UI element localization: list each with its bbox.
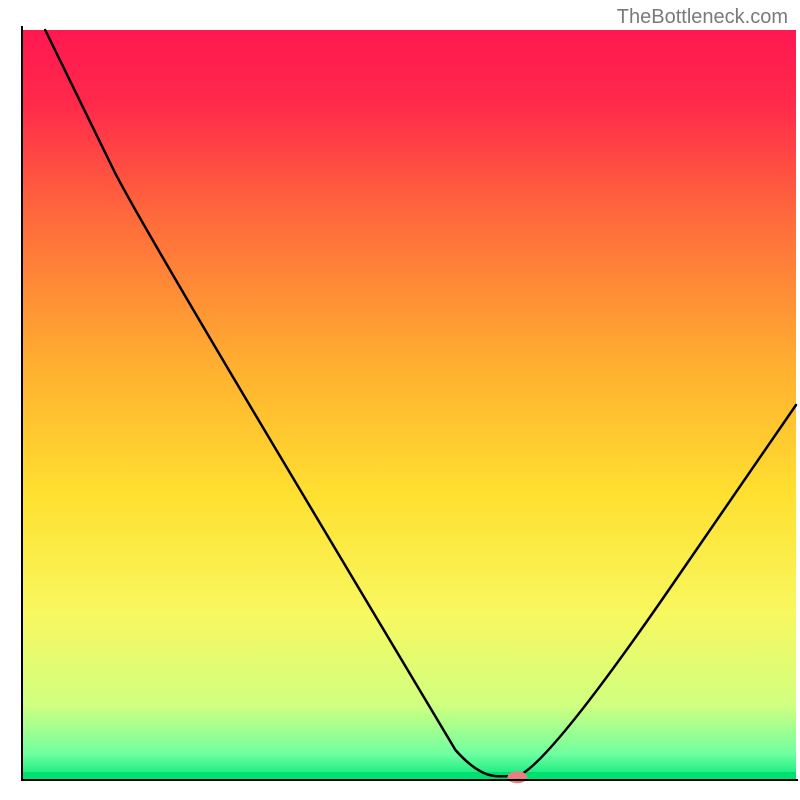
- chart-container: { "attribution": "TheBottleneck.com", "c…: [0, 0, 800, 800]
- baseline-strip: [22, 772, 796, 780]
- optimal-marker: [507, 771, 527, 783]
- gradient-background: [22, 30, 796, 780]
- attribution-text: TheBottleneck.com: [617, 6, 788, 29]
- bottleneck-chart: [0, 0, 800, 800]
